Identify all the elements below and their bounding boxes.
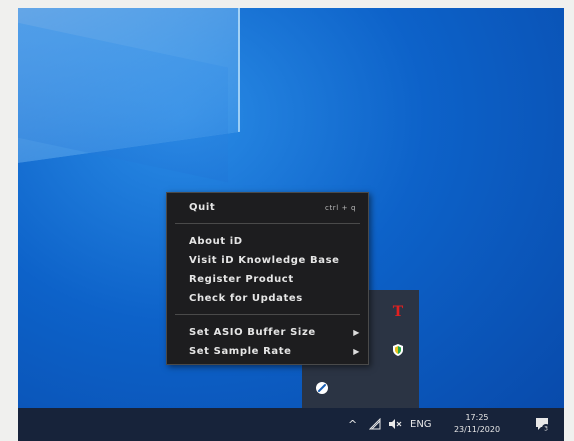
language-indicator[interactable]: ENG xyxy=(410,408,432,441)
menu-item-asio-buffer[interactable]: Set ASIO Buffer Size ▶ xyxy=(167,324,368,342)
menu-item-label: Set ASIO Buffer Size xyxy=(189,327,316,338)
clock[interactable]: 17:25 23/11/2020 xyxy=(446,412,508,436)
chevron-up-icon[interactable]: ^ xyxy=(348,408,357,441)
clock-date: 23/11/2020 xyxy=(453,425,501,434)
menu-separator xyxy=(175,223,360,224)
network-icon[interactable] xyxy=(368,408,381,441)
submenu-arrow-icon: ▶ xyxy=(353,347,360,356)
menu-item-knowledge-base[interactable]: Visit iD Knowledge Base xyxy=(167,252,368,270)
shield-icon[interactable] xyxy=(390,342,406,358)
wrench-icon[interactable] xyxy=(314,380,330,396)
menu-item-label: Visit iD Knowledge Base xyxy=(189,255,340,266)
volume-muted-icon[interactable] xyxy=(388,408,402,441)
menu-item-label: Set Sample Rate xyxy=(189,346,292,357)
menu-item-label: Check for Updates xyxy=(189,293,303,304)
menu-item-about[interactable]: About iD xyxy=(167,233,368,251)
menu-item-check-updates[interactable]: Check for Updates xyxy=(167,290,368,308)
menu-item-label: Register Product xyxy=(189,274,294,285)
menu-item-label: About iD xyxy=(189,236,243,247)
shortcut-label: ctrl + q xyxy=(325,204,356,212)
submenu-arrow-icon: ▶ xyxy=(353,328,360,337)
clock-time: 17:25 xyxy=(465,413,489,422)
notification-center-icon[interactable]: 3 xyxy=(534,416,550,433)
context-menu: Quit ctrl + q About iD Visit iD Knowledg… xyxy=(166,192,369,365)
menu-separator xyxy=(175,314,360,315)
menu-item-sample-rate[interactable]: Set Sample Rate ▶ xyxy=(167,343,368,361)
menu-item-label: Quit xyxy=(189,202,216,213)
menu-item-register-product[interactable]: Register Product xyxy=(167,271,368,289)
menu-item-quit[interactable]: Quit ctrl + q xyxy=(167,199,368,217)
t-app-icon[interactable]: T xyxy=(390,304,406,320)
taskbar: ^ ENG 17:25 23/11/2020 3 xyxy=(18,408,564,441)
notification-count: 3 xyxy=(544,426,548,433)
desktop[interactable]: T Quit ctrl + q About iD Visit iD Knowle… xyxy=(18,8,564,441)
